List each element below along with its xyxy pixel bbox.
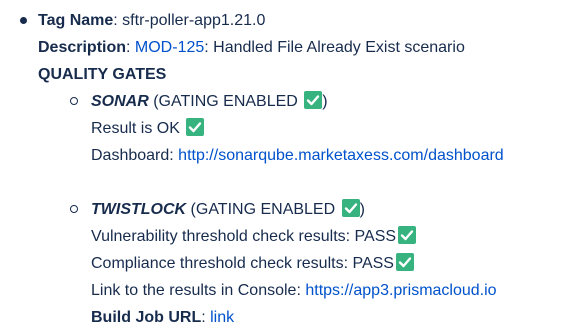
- sonar-dashboard-row: Dashboard: http://sonarqube.marketaxess.…: [91, 145, 504, 167]
- description-row: Description: MOD-125: Handled File Alrea…: [38, 37, 465, 59]
- twistlock-gating-open: (GATING ENABLED: [186, 201, 340, 218]
- sonar-gating-open: (GATING ENABLED: [148, 93, 303, 110]
- sonar-result: Result is OK: [91, 120, 185, 137]
- description-text: : Handled File Already Exist scenario: [204, 39, 465, 56]
- sonar-dashboard-label: Dashboard:: [91, 147, 179, 164]
- twistlock-row: TWISTLOCK (GATING ENABLED ): [91, 199, 365, 221]
- build-job-label: Build Job URL: [91, 309, 202, 326]
- sonar-gating-close: ): [322, 93, 328, 110]
- tag-name-value: : sftr-poller-app1.21.0: [113, 12, 266, 29]
- sonar-name: SONAR: [91, 93, 149, 110]
- twistlock-name: TWISTLOCK: [91, 201, 187, 218]
- console-link[interactable]: https://app3.prismacloud.io: [305, 282, 496, 299]
- build-job-row: Build Job URL: link: [91, 307, 234, 329]
- tag-name-label: Tag Name: [38, 12, 114, 29]
- vulnerability-row: Vulnerability threshold check results: P…: [91, 226, 417, 248]
- check-box-icon: [341, 199, 360, 217]
- twistlock-gating-close: ): [359, 201, 365, 218]
- console-row: Link to the results in Console: https://…: [91, 280, 497, 302]
- bullet-icon: [70, 205, 78, 213]
- compliance-row: Compliance threshold check results: PASS: [91, 253, 414, 275]
- compliance-result: Compliance threshold check results: PASS: [91, 255, 394, 272]
- tag-name-row: Tag Name: sftr-poller-app1.21.0: [38, 10, 265, 32]
- description-colon: :: [126, 39, 135, 56]
- description-label: Description: [38, 39, 127, 56]
- check-box-icon: [304, 91, 323, 109]
- check-box-icon: [395, 253, 414, 271]
- sonar-row: SONAR (GATING ENABLED ): [91, 91, 328, 113]
- sonar-result-row: Result is OK: [91, 118, 205, 140]
- sonar-dashboard-link[interactable]: http://sonarqube.marketaxess.com/dashboa…: [178, 147, 504, 164]
- ticket-link[interactable]: MOD-125: [135, 39, 204, 56]
- check-box-icon: [398, 226, 417, 244]
- bullet-icon: [20, 17, 27, 24]
- console-label: Link to the results in Console:: [91, 282, 306, 299]
- quality-gates-heading: QUALITY GATES: [38, 66, 167, 83]
- build-job-colon: :: [201, 309, 211, 326]
- vulnerability-result: Vulnerability threshold check results: P…: [91, 228, 397, 245]
- build-job-link[interactable]: link: [210, 309, 234, 326]
- bullet-icon: [70, 97, 78, 105]
- check-box-icon: [186, 118, 205, 136]
